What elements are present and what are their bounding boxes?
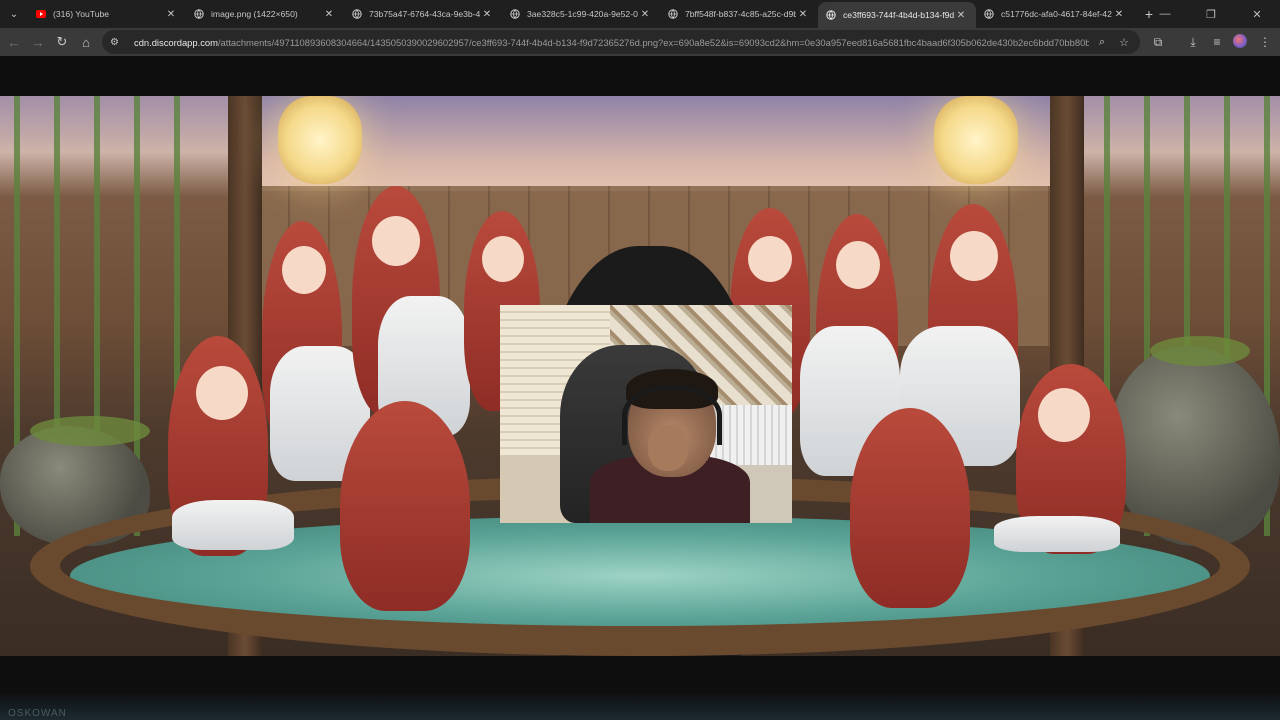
figure-face (196, 366, 248, 420)
watermark-text: OSKOWAN (8, 708, 67, 719)
figure-face (482, 236, 524, 282)
minimize-icon: — (1159, 8, 1171, 20)
site-info-icon[interactable]: ⚙ (110, 37, 126, 48)
more-vert-icon: ⋮ (1259, 35, 1271, 49)
arrow-right-icon: → (31, 34, 45, 50)
puzzle-icon: ⧉ (1153, 34, 1163, 49)
tab-3ae328c5[interactable]: 3ae328c5-1c99-420a-9e52-02 ✕ (502, 0, 660, 28)
figure-towel (172, 500, 294, 550)
globe-icon (984, 9, 994, 19)
media-queue-icon: ≡ (1213, 35, 1221, 49)
reload-icon: ↻ (56, 34, 68, 49)
reading-list-button[interactable]: ≡ (1205, 30, 1229, 54)
youtube-icon (36, 9, 46, 19)
url-path: /attachments/497110893608304664/14350503… (217, 36, 1089, 48)
figure-towel (994, 516, 1120, 552)
sky (250, 96, 1050, 191)
restore-icon: ❐ (1206, 8, 1216, 21)
close-tab-icon[interactable]: ✕ (480, 7, 494, 21)
back-button[interactable]: ← (2, 30, 26, 54)
streamer-hand (648, 425, 688, 471)
globe-icon (510, 9, 520, 19)
close-tab-icon[interactable]: ✕ (954, 8, 968, 22)
arrow-left-icon: ← (7, 34, 21, 50)
moss-left (30, 416, 150, 446)
tab-ce3ff693-active[interactable]: ce3ff693-744f-4b4d-b134-f9d ✕ (818, 2, 976, 28)
close-tab-icon[interactable]: ✕ (1112, 7, 1126, 21)
radiator (710, 405, 792, 465)
close-tab-icon[interactable]: ✕ (164, 7, 178, 21)
address-bar[interactable]: ⚙ cdn.discordapp.com/attachments/4971108… (102, 30, 1140, 54)
tab-title: (316) YouTube (53, 9, 110, 19)
forward-button[interactable]: → (26, 30, 50, 54)
figure-face (950, 231, 998, 281)
menu-button[interactable]: ⋮ (1253, 30, 1277, 54)
close-tab-icon[interactable]: ✕ (796, 7, 810, 21)
tab-title: 7bff548f-b837-4c85-a25c-d9b (685, 9, 796, 19)
lantern-left (278, 96, 362, 184)
tab-image-png[interactable]: image.png (1422×650) ✕ (186, 0, 344, 28)
figure-hair (850, 408, 970, 608)
figure-face (1038, 388, 1090, 442)
download-icon: ⤓ (1190, 34, 1196, 49)
moss-right (1150, 336, 1250, 366)
browser-toolbar: ← → ↻ ⌂ ⚙ cdn.discordapp.com/attachments… (0, 28, 1280, 56)
close-tab-icon[interactable]: ✕ (322, 7, 336, 21)
tab-strip: ⌄ (316) YouTube ✕ image.png (1422×650) ✕… (0, 0, 1280, 28)
tab-youtube[interactable]: (316) YouTube ✕ (28, 0, 186, 28)
figure-face (282, 246, 326, 294)
bottom-strip: OSKOWAN (0, 692, 1280, 720)
reload-button[interactable]: ↻ (50, 30, 74, 54)
figure-face (372, 216, 420, 266)
profile-avatar[interactable] (1233, 34, 1247, 48)
url-host: cdn.discordapp.com (134, 36, 218, 48)
displayed-image (0, 96, 1280, 656)
lantern-right (934, 96, 1018, 184)
home-button[interactable]: ⌂ (74, 30, 98, 54)
tab-73b75a47[interactable]: 73b75a47-6764-43ca-9e3b-43 ✕ (344, 0, 502, 28)
figure-face (836, 241, 880, 289)
restore-button[interactable]: ❐ (1188, 0, 1234, 28)
extensions-button[interactable]: ⧉ (1146, 30, 1170, 54)
bookmark-star-icon[interactable]: ☆ (1116, 34, 1132, 50)
globe-icon (352, 9, 362, 19)
close-icon: ✕ (1252, 8, 1262, 21)
close-tab-icon[interactable]: ✕ (638, 7, 652, 21)
home-icon: ⌂ (82, 34, 90, 50)
tab-title: 73b75a47-6764-43ca-9e3b-43 (369, 9, 480, 19)
tab-title: image.png (1422×650) (211, 9, 298, 19)
url-text[interactable]: cdn.discordapp.com/attachments/497110893… (134, 37, 1089, 48)
tab-title: 3ae328c5-1c99-420a-9e52-02 (527, 9, 638, 19)
zoom-icon[interactable]: ⌕ (1094, 34, 1110, 50)
webcam-overlay (500, 305, 792, 523)
tab-title: ce3ff693-744f-4b4d-b134-f9d (843, 10, 954, 20)
downloads-button[interactable]: ⤓ (1181, 30, 1205, 54)
tab-c51776dc[interactable]: c51776dc-afa0-4617-84ef-42c ✕ (976, 0, 1134, 28)
chevron-down-icon: ⌄ (9, 8, 19, 20)
figure-face (748, 236, 792, 282)
figure-hair (340, 401, 470, 611)
tab-search-button[interactable]: ⌄ (0, 0, 28, 28)
globe-icon (668, 9, 678, 19)
close-window-button[interactable]: ✕ (1234, 0, 1280, 28)
globe-icon (826, 10, 836, 20)
tab-title: c51776dc-afa0-4617-84ef-42c (1001, 9, 1112, 19)
page-viewport: OSKOWAN (0, 56, 1280, 720)
tab-7bff548f[interactable]: 7bff548f-b837-4c85-a25c-d9b ✕ (660, 0, 818, 28)
globe-icon (194, 9, 204, 19)
minimize-button[interactable]: — (1142, 0, 1188, 28)
